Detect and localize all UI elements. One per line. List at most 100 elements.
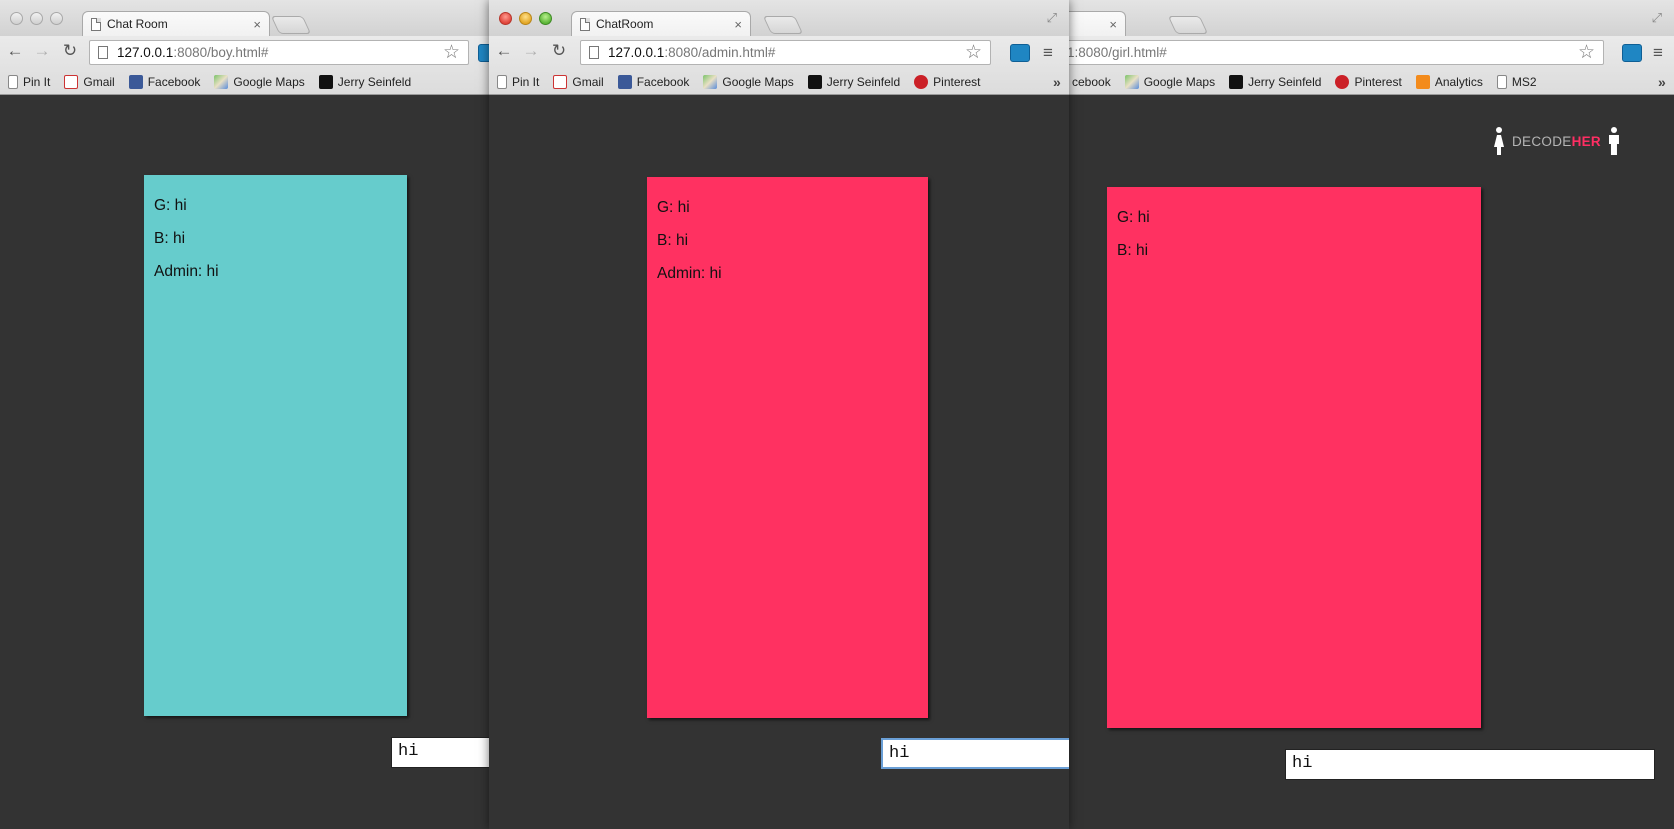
message-input[interactable]: hi (881, 738, 1069, 769)
tab-chat-room[interactable]: × (1066, 11, 1126, 36)
message-input[interactable]: hi (1285, 749, 1655, 780)
bookmark-google-maps[interactable]: Google Maps (1124, 75, 1215, 89)
bookmark-gmail[interactable]: Gmail (64, 75, 115, 89)
jerry-seinfeld-icon (1229, 75, 1244, 89)
pinterest-icon (914, 75, 929, 89)
page-viewport: DECODE HER G: hi B: hi hi (1066, 95, 1674, 829)
bookmark-star-icon[interactable]: ☆ (965, 41, 982, 64)
tab-chat-room[interactable]: Chat Room × (82, 11, 270, 36)
page-viewport: G: hi B: hi Admin: hi hi (0, 95, 500, 829)
new-tab-button[interactable] (1167, 16, 1209, 34)
tab-strip: ChatRoom × ⤢ (489, 0, 1069, 36)
extension-icon[interactable] (1010, 44, 1030, 62)
zoom-window-button[interactable] (50, 12, 63, 25)
close-tab-icon[interactable]: × (1109, 17, 1117, 32)
page-viewport: G: hi B: hi Admin: hi hi (489, 95, 1069, 829)
bookmark-star-icon[interactable]: ☆ (1578, 41, 1595, 64)
close-window-button[interactable] (499, 12, 512, 25)
menu-icon[interactable]: ≡ (1038, 44, 1058, 62)
bookmarks-overflow-chevron[interactable]: » (1053, 74, 1061, 90)
bookmark-pin-it[interactable]: Pin It (497, 75, 539, 89)
minimize-window-button[interactable] (519, 12, 532, 25)
address-bar[interactable]: 127.0.0.1:8080/admin.html# ☆ (580, 40, 991, 65)
female-figure-icon (1494, 127, 1504, 155)
pinterest-icon (1335, 75, 1350, 89)
bookmark-facebook[interactable]: Facebook (617, 75, 689, 89)
chat-message: G: hi (1117, 209, 1150, 226)
forward-button[interactable]: → (32, 41, 52, 61)
url-path: :8080/boy.html# (173, 45, 269, 60)
browser-window-girl: × ⤢ 1:8080/girl.html# ☆ ≡ cebook Google … (1066, 0, 1674, 829)
back-button[interactable]: ← (494, 41, 514, 61)
bookmark-pin-it[interactable]: Pin It (8, 75, 50, 89)
new-tab-button[interactable] (762, 16, 804, 34)
bookmark-google-maps[interactable]: Google Maps (214, 75, 305, 89)
browser-chrome: × ⤢ 1:8080/girl.html# ☆ ≡ cebook Google … (1066, 0, 1674, 95)
bookmark-facebook[interactable]: Facebook (128, 75, 200, 89)
chat-message: G: hi (154, 197, 187, 214)
fullscreen-icon[interactable]: ⤢ (1652, 10, 1662, 26)
gmail-icon (64, 75, 79, 89)
extension-icon[interactable] (1622, 44, 1642, 62)
tab-strip: Chat Room × (0, 0, 500, 36)
bookmark-analytics[interactable]: Analytics (1415, 75, 1483, 89)
chat-message: G: hi (657, 199, 690, 216)
google-maps-icon (214, 75, 229, 89)
browser-chrome: Chat Room × ← → ↻ 127.0.0.1:8080/boy.htm… (0, 0, 500, 95)
new-tab-button[interactable] (270, 16, 312, 34)
close-window-button[interactable] (10, 12, 23, 25)
reload-button[interactable]: ↻ (549, 41, 569, 61)
bookmarks-bar: Pin It Gmail Facebook Google Maps Jerry … (0, 69, 500, 95)
page-icon (8, 75, 18, 89)
window-controls (499, 12, 552, 25)
forward-button[interactable]: → (521, 41, 541, 61)
gmail-icon (553, 75, 568, 89)
page-icon (589, 46, 599, 59)
tab-strip: × ⤢ (1066, 0, 1674, 36)
chat-box: G: hi B: hi Admin: hi (647, 177, 928, 718)
url-host: 127.0.0.1 (117, 45, 174, 60)
close-tab-icon[interactable]: × (734, 17, 742, 32)
bookmark-ms2[interactable]: MS2 (1496, 75, 1537, 89)
bookmarks-bar: cebook Google Maps Jerry Seinfeld Pinter… (1066, 69, 1674, 95)
page-icon (98, 46, 108, 59)
minimize-window-button[interactable] (30, 12, 43, 25)
tab-chatroom[interactable]: ChatRoom × (571, 11, 751, 36)
google-maps-icon (703, 75, 718, 89)
menu-icon[interactable]: ≡ (1648, 44, 1668, 62)
window-controls (10, 12, 63, 25)
zoom-window-button[interactable] (539, 12, 552, 25)
address-bar[interactable]: 1:8080/girl.html# ☆ (1066, 40, 1604, 65)
page-icon (91, 17, 101, 31)
message-input[interactable]: hi (391, 737, 500, 768)
bookmark-gmail[interactable]: Gmail (553, 75, 604, 89)
address-bar[interactable]: 127.0.0.1:8080/boy.html# ☆ (89, 40, 469, 65)
bookmark-google-maps[interactable]: Google Maps (703, 75, 794, 89)
bookmark-jerry-seinfeld[interactable]: Jerry Seinfeld (1229, 75, 1321, 89)
reload-button[interactable]: ↻ (60, 41, 80, 61)
close-tab-icon[interactable]: × (253, 17, 261, 32)
url-path: 1:8080/girl.html# (1067, 45, 1167, 60)
bookmark-facebook[interactable]: cebook (1072, 75, 1111, 89)
toolbar: ← → ↻ 127.0.0.1:8080/boy.html# ☆ (0, 36, 500, 69)
bookmark-star-icon[interactable]: ☆ (443, 41, 460, 64)
bookmark-jerry-seinfeld[interactable]: Jerry Seinfeld (807, 75, 900, 89)
jerry-seinfeld-icon (318, 75, 333, 89)
chat-message: B: hi (1117, 242, 1149, 259)
bookmark-pinterest[interactable]: Pinterest (914, 75, 981, 89)
bookmark-pinterest[interactable]: Pinterest (1335, 75, 1402, 89)
fullscreen-icon[interactable]: ⤢ (1047, 10, 1057, 26)
chat-message: B: hi (154, 230, 186, 247)
bookmark-jerry-seinfeld[interactable]: Jerry Seinfeld (318, 75, 411, 89)
chat-message: Admin: hi (154, 263, 219, 280)
logo-text-decode: DECODE (1512, 133, 1572, 149)
back-button[interactable]: ← (5, 41, 25, 61)
bookmarks-overflow-chevron[interactable]: » (1658, 74, 1666, 90)
page-icon (497, 75, 507, 89)
decodeher-logo: DECODE HER (1486, 127, 1627, 155)
bookmarks-bar: Pin It Gmail Facebook Google Maps Jerry … (489, 69, 1069, 95)
google-maps-icon (1124, 75, 1139, 89)
chat-box: G: hi B: hi (1107, 187, 1481, 728)
url-path: :8080/admin.html# (664, 45, 776, 60)
browser-chrome: ChatRoom × ⤢ ← → ↻ 127.0.0.1:8080/admin.… (489, 0, 1069, 95)
